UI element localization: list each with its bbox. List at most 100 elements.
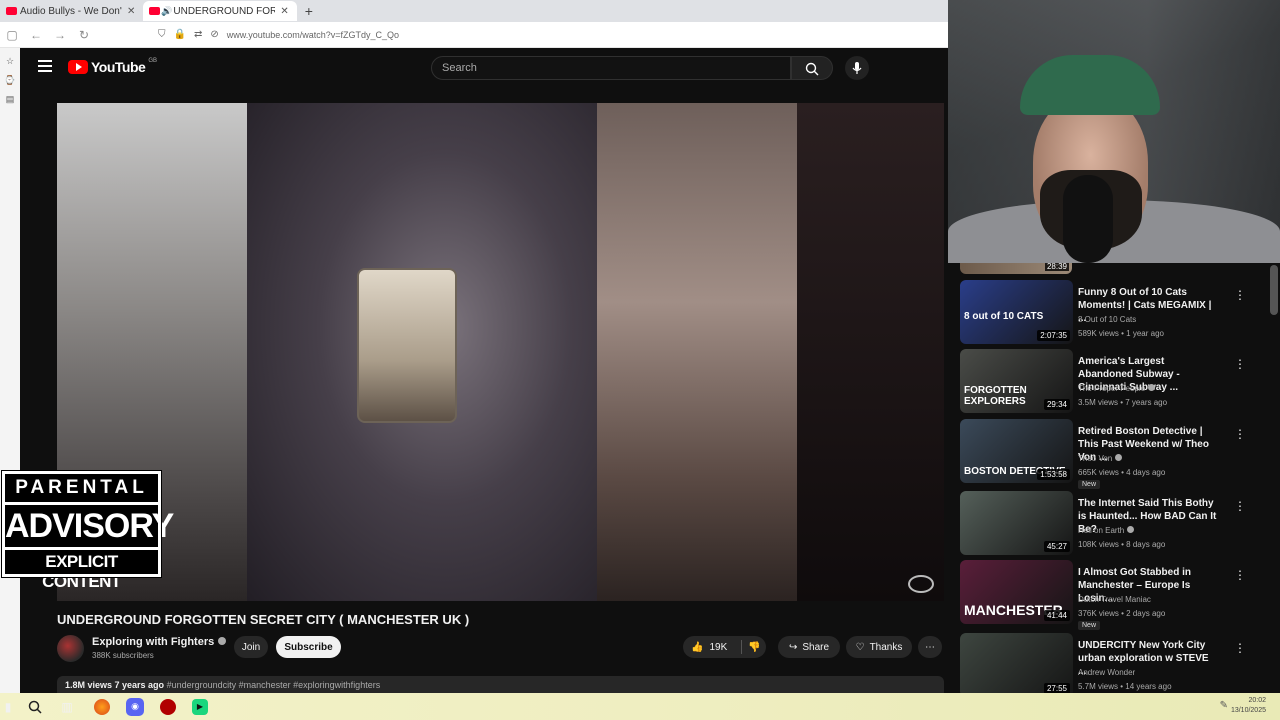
more-options-icon[interactable]: ⋮ [1234, 427, 1246, 441]
video-duration: 27:55 [1043, 683, 1070, 693]
search-button[interactable] [791, 56, 833, 80]
verified-icon [218, 637, 227, 645]
advisory-line-1: PARENTAL [5, 474, 158, 505]
channel-watermark-icon [908, 575, 934, 593]
video-thumbnail[interactable]: 45:27 [960, 491, 1073, 555]
video-meta: 108K views • 8 days ago [1078, 540, 1166, 549]
video-duration: 2:07:35 [1037, 330, 1070, 341]
youtube-play-icon [68, 60, 88, 74]
video-player[interactable] [57, 103, 944, 601]
like-divider [741, 640, 743, 654]
forward-icon[interactable]: → [48, 28, 72, 42]
video-thumbnail[interactable]: 8 out of 10 CATS 2:07:35 [960, 280, 1073, 344]
channel-name[interactable]: Andrew Wonder [1078, 668, 1135, 677]
tab-underground[interactable]: 🔊 UNDERGROUND FORGOTT ✕ [143, 1, 297, 21]
video-thumbnail[interactable]: MANCHESTER 41:44 [960, 560, 1073, 624]
verified-icon [1115, 454, 1123, 461]
video-thumbnail[interactable]: 27:55 [960, 633, 1073, 693]
close-tab-icon[interactable]: ✕ [280, 6, 288, 17]
youtube-logo[interactable]: YouTube GB [68, 58, 157, 75]
recommendation-item[interactable]: 27:55 UNDERCITY New York City urban explo… [960, 633, 1260, 693]
recommendation-item[interactable]: 8 out of 10 CATS 2:07:35 Funny 8 Out of 10… [960, 280, 1260, 344]
permissions-icon: ⇄ [193, 29, 203, 40]
firefox-icon[interactable] [94, 698, 110, 715]
channel-name-text: Theo Von [1078, 454, 1113, 463]
youtube-favicon-icon [149, 7, 161, 15]
search-input[interactable]: Search [431, 56, 791, 80]
system-clock[interactable]: 20:02 13/10/2025 [1231, 696, 1266, 716]
back-icon[interactable]: ← [24, 28, 48, 42]
recommendation-item[interactable]: 45:27 The Internet Said This Bothy is Hau… [960, 491, 1260, 555]
green-app-icon[interactable]: ▶ [192, 698, 208, 715]
share-icon: ↪ [788, 641, 798, 653]
video-thumbnail[interactable]: FORGOTTEN EXPLORERS 29:34 [960, 349, 1073, 413]
browser-nav-bar: ▢ ← → ↻ ⛉ 🔒 ⇄ ⊘ www.youtube.com/watch?v=… [0, 22, 948, 48]
more-actions-icon[interactable]: ⋯ [918, 636, 942, 658]
video-duration: 45:27 [1043, 541, 1070, 552]
channel-name-text: Andrew Wonder [1078, 668, 1136, 677]
share-label: Share [802, 641, 830, 653]
video-duration: 29:34 [1043, 399, 1070, 410]
channel-name[interactable]: Hell on Earth [1078, 526, 1135, 535]
parental-advisory-overlay: PARENTAL ADVISORY EXPLICIT CONTENT [1, 470, 174, 591]
share-button[interactable]: ↪ Share [778, 636, 840, 658]
partial-thumbnail[interactable]: 28:39 [960, 263, 1072, 274]
channel-name-text: 8 Out of 10 Cats [1078, 315, 1137, 324]
voice-search-button[interactable] [845, 56, 869, 80]
pen-icon[interactable]: ✎ [1220, 700, 1228, 711]
lock-icon: 🔒 [173, 29, 186, 40]
sidebar-toggle-icon[interactable]: ▢ [0, 28, 24, 42]
red-app-icon[interactable] [160, 698, 176, 715]
recommendation-item[interactable]: MANCHESTER 41:44 I Almost Got Stabbed in M… [960, 560, 1260, 630]
more-options-icon[interactable]: ⋮ [1234, 357, 1246, 371]
thanks-button[interactable]: ♡ Thanks [846, 636, 912, 658]
hashtags[interactable]: #undergroundcity #manchester #exploringw… [167, 680, 381, 690]
tab-audio-bullys[interactable]: Audio Bullys - We Don't Care (C ✕ [0, 1, 143, 21]
webcam-feed [948, 0, 1280, 263]
reader-icon[interactable]: ▤ [0, 94, 20, 105]
channel-name[interactable]: 8 Out of 10 Cats [1078, 315, 1136, 324]
like-count[interactable]: 19K [709, 642, 727, 653]
close-tab-icon[interactable]: ✕ [127, 6, 135, 17]
verified-icon [1148, 384, 1156, 391]
start-icon[interactable]: ▮ [2, 696, 14, 718]
channel-name-text: Hell on Earth [1078, 526, 1125, 535]
youtube-page: YouTube GB Search UNDERGROUND FORGOTTEN … [20, 48, 948, 693]
discord-icon[interactable]: ◉ [126, 697, 144, 716]
channel-name[interactable]: Theo Von [1078, 454, 1123, 463]
screen: Audio Bullys - We Don't Care (C ✕ 🔊 UNDE… [0, 0, 1280, 720]
more-options-icon[interactable]: ⋮ [1234, 288, 1246, 302]
more-options-icon[interactable]: ⋮ [1234, 499, 1246, 513]
url-text: www.youtube.com/watch?v=fZGTdy_C_Qo [226, 29, 400, 40]
recommendation-item[interactable]: BOSTON DETECTIVE 1:53:58 Retired Boston De… [960, 419, 1260, 489]
description-box[interactable]: 1.8M views 7 years ago #undergroundcity … [57, 676, 944, 693]
dislike-icon[interactable]: 👎 [748, 642, 760, 653]
channel-name[interactable]: Dutch Travel Maniac [1078, 595, 1151, 604]
more-options-icon[interactable]: ⋮ [1234, 568, 1246, 582]
speaker-icon[interactable]: 🔊 [161, 6, 172, 17]
clock-time: 20:02 [1248, 697, 1266, 704]
reload-icon[interactable]: ↻ [72, 28, 96, 42]
shield-icon: ⛉ [158, 29, 166, 40]
recommendation-item[interactable]: FORGOTTEN EXPLORERS 29:34 America's Larges… [960, 349, 1260, 413]
join-button[interactable]: Join [234, 636, 268, 658]
video-title: UNDERGROUND FORGOTTEN SECRET CITY ( MANC… [57, 612, 470, 627]
video-frame-right [797, 103, 944, 601]
channel-name[interactable]: The Proper People [1078, 384, 1156, 393]
more-options-icon[interactable]: ⋮ [1234, 641, 1246, 655]
task-view-icon[interactable]: ▥ [56, 696, 78, 718]
like-icon[interactable]: 👍 [691, 642, 703, 653]
history-icon[interactable]: ⌚ [0, 75, 20, 86]
new-tab-icon[interactable]: + [305, 3, 313, 19]
video-thumbnail[interactable]: BOSTON DETECTIVE 1:53:58 [960, 419, 1073, 483]
logo-country: GB [148, 58, 157, 64]
address-bar[interactable]: ⛉ 🔒 ⇄ ⊘ www.youtube.com/watch?v=fZGTdy_C… [158, 29, 399, 40]
new-badge: New [1078, 480, 1101, 489]
channel-avatar[interactable] [57, 635, 84, 662]
search-icon[interactable] [24, 696, 46, 718]
channel-name[interactable]: Exploring with Fighters [92, 636, 227, 648]
subscribe-button[interactable]: Subscribe [276, 636, 341, 658]
bookmark-icon[interactable]: ☆ [0, 56, 20, 67]
scrollbar[interactable] [1270, 265, 1278, 315]
menu-icon[interactable] [38, 60, 52, 72]
